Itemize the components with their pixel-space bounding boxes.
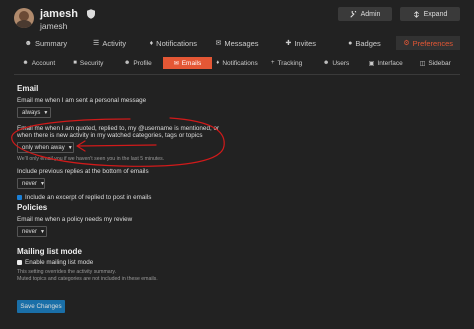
subtab-notifications-label: Notifications bbox=[222, 59, 258, 67]
badge-icon: ● bbox=[348, 39, 353, 47]
tab-activity-label: Activity bbox=[102, 38, 127, 48]
chevron-down-icon: ▼ bbox=[40, 228, 45, 235]
tab-badges-label: Badges bbox=[355, 38, 381, 48]
policies-label: Email me when a policy needs my review bbox=[17, 216, 133, 223]
save-changes-button[interactable]: Save Changes bbox=[17, 300, 65, 313]
personal-message-value: always bbox=[22, 109, 41, 116]
wrench-icon bbox=[349, 10, 356, 18]
previous-replies-value: never bbox=[22, 180, 38, 187]
policies-select[interactable]: never ▼ bbox=[17, 226, 47, 237]
envelope-icon: ✉ bbox=[173, 60, 179, 67]
subtab-sidebar-label: Sidebar bbox=[428, 59, 451, 67]
excerpt-checkbox[interactable] bbox=[17, 195, 22, 200]
tab-preferences[interactable]: ⚙ Preferences bbox=[396, 36, 461, 50]
tab-invites-label: Invites bbox=[294, 38, 317, 48]
avatar[interactable] bbox=[14, 8, 34, 28]
mailing-list-checkbox[interactable] bbox=[17, 260, 22, 265]
subtab-emails[interactable]: ✉ Emails bbox=[162, 57, 213, 69]
policies-value: never bbox=[22, 228, 38, 235]
subtab-users-label: Users bbox=[332, 59, 350, 67]
plus-icon: + bbox=[270, 60, 275, 66]
subtab-account-label: Account bbox=[31, 59, 56, 67]
preferences-sub-nav: ☻ Account ■ Security ☻ Profile ✉ Emails ♦ Not… bbox=[14, 57, 460, 69]
subtab-tracking-label: Tracking bbox=[277, 59, 303, 67]
subtab-sidebar[interactable]: ◫ Sidebar bbox=[411, 57, 461, 69]
user-icon: ☻ bbox=[24, 39, 32, 47]
mailing-list-section-title: Mailing list mode bbox=[17, 247, 82, 256]
mailing-list-hint-line2: Muted topics and categories are not incl… bbox=[17, 276, 158, 282]
expand-button[interactable]: Expand bbox=[400, 7, 460, 21]
user-icon: ☻ bbox=[124, 60, 131, 66]
subtab-account[interactable]: ☻ Account bbox=[14, 57, 64, 69]
tab-summary[interactable]: ☻ Summary bbox=[14, 36, 78, 50]
expand-button-label: Expand bbox=[423, 10, 448, 18]
expand-icon bbox=[413, 10, 419, 18]
user-plus-icon: ✚ bbox=[285, 40, 292, 47]
tab-summary-label: Summary bbox=[35, 38, 68, 48]
user-icon: ☻ bbox=[22, 60, 29, 66]
personal-message-label: Email me when I am sent a personal messa… bbox=[17, 97, 147, 104]
mailing-list-label: Enable mailing list mode bbox=[25, 259, 94, 266]
mailing-list-checkbox-row[interactable]: Enable mailing list mode bbox=[17, 259, 93, 266]
username: jamesh bbox=[40, 8, 78, 20]
subtab-profile-label: Profile bbox=[133, 59, 152, 67]
chevron-down-icon: ▼ bbox=[67, 144, 73, 151]
shield-icon bbox=[87, 9, 95, 19]
subtab-notifications[interactable]: ♦ Notifications bbox=[212, 57, 262, 69]
main-nav: ☻ Summary ☰ Activity ♦ Notifications ✉ Messa… bbox=[14, 36, 461, 50]
annotation-arrow bbox=[76, 140, 157, 152]
subtab-emails-label: Emails bbox=[181, 59, 202, 67]
tab-activity[interactable]: ☰ Activity bbox=[78, 36, 142, 50]
subtab-profile[interactable]: ☻ Profile bbox=[113, 57, 163, 69]
sidebar-icon: ◫ bbox=[419, 60, 426, 67]
bell-icon: ♦ bbox=[149, 39, 154, 47]
user-full-name: jamesh bbox=[40, 21, 68, 31]
quoted-select[interactable]: only when away ▼ bbox=[17, 142, 74, 153]
excerpt-label: Include an excerpt of replied to post in… bbox=[25, 194, 152, 201]
gear-icon: ⚙ bbox=[403, 40, 410, 47]
excerpt-checkbox-row[interactable]: Include an excerpt of replied to post in… bbox=[17, 194, 151, 201]
envelope-icon: ✉ bbox=[215, 40, 222, 47]
chevron-down-icon: ▼ bbox=[43, 109, 49, 116]
tab-messages-label: Messages bbox=[224, 38, 259, 48]
subtab-interface-label: Interface bbox=[377, 59, 403, 67]
user-header: jamesh jamesh Admin Expand bbox=[14, 6, 460, 32]
subtab-users[interactable]: ☻ Users bbox=[311, 57, 361, 69]
lock-icon: ■ bbox=[73, 60, 77, 66]
policies-section-title: Policies bbox=[17, 203, 48, 212]
quoted-hint: We'll only email you if we haven't seen … bbox=[17, 156, 165, 162]
personal-message-select[interactable]: always ▼ bbox=[17, 107, 51, 118]
subtab-security[interactable]: ■ Security bbox=[64, 57, 114, 69]
quoted-label-line2: when there is new activity in my watched… bbox=[17, 132, 203, 139]
subtab-security-label: Security bbox=[79, 59, 104, 67]
admin-button-label: Admin bbox=[360, 10, 381, 18]
users-icon: ☻ bbox=[323, 60, 330, 66]
subtab-tracking[interactable]: + Tracking bbox=[262, 57, 312, 69]
tab-messages[interactable]: ✉ Messages bbox=[205, 36, 269, 50]
subtab-interface[interactable]: ▣ Interface bbox=[361, 57, 411, 69]
bell-icon: ♦ bbox=[216, 60, 220, 66]
list-icon: ☰ bbox=[93, 40, 100, 47]
tab-badges[interactable]: ● Badges bbox=[333, 36, 397, 50]
previous-replies-select[interactable]: never ▼ bbox=[17, 178, 45, 189]
desktop-icon: ▣ bbox=[368, 60, 375, 67]
quoted-value: only when away bbox=[22, 144, 65, 151]
mailing-list-hint-line1: This setting overrides the activity summ… bbox=[17, 269, 117, 275]
tab-notifications-label: Notifications bbox=[156, 38, 198, 48]
chevron-down-icon: ▼ bbox=[40, 180, 45, 187]
email-section-title: Email bbox=[17, 84, 39, 93]
tab-notifications[interactable]: ♦ Notifications bbox=[141, 36, 205, 50]
tab-invites[interactable]: ✚ Invites bbox=[269, 36, 333, 50]
admin-button[interactable]: Admin bbox=[338, 7, 392, 21]
previous-replies-label: Include previous replies at the bottom o… bbox=[17, 168, 149, 175]
tab-preferences-label: Preferences bbox=[412, 38, 454, 48]
nav-divider bbox=[14, 74, 460, 75]
